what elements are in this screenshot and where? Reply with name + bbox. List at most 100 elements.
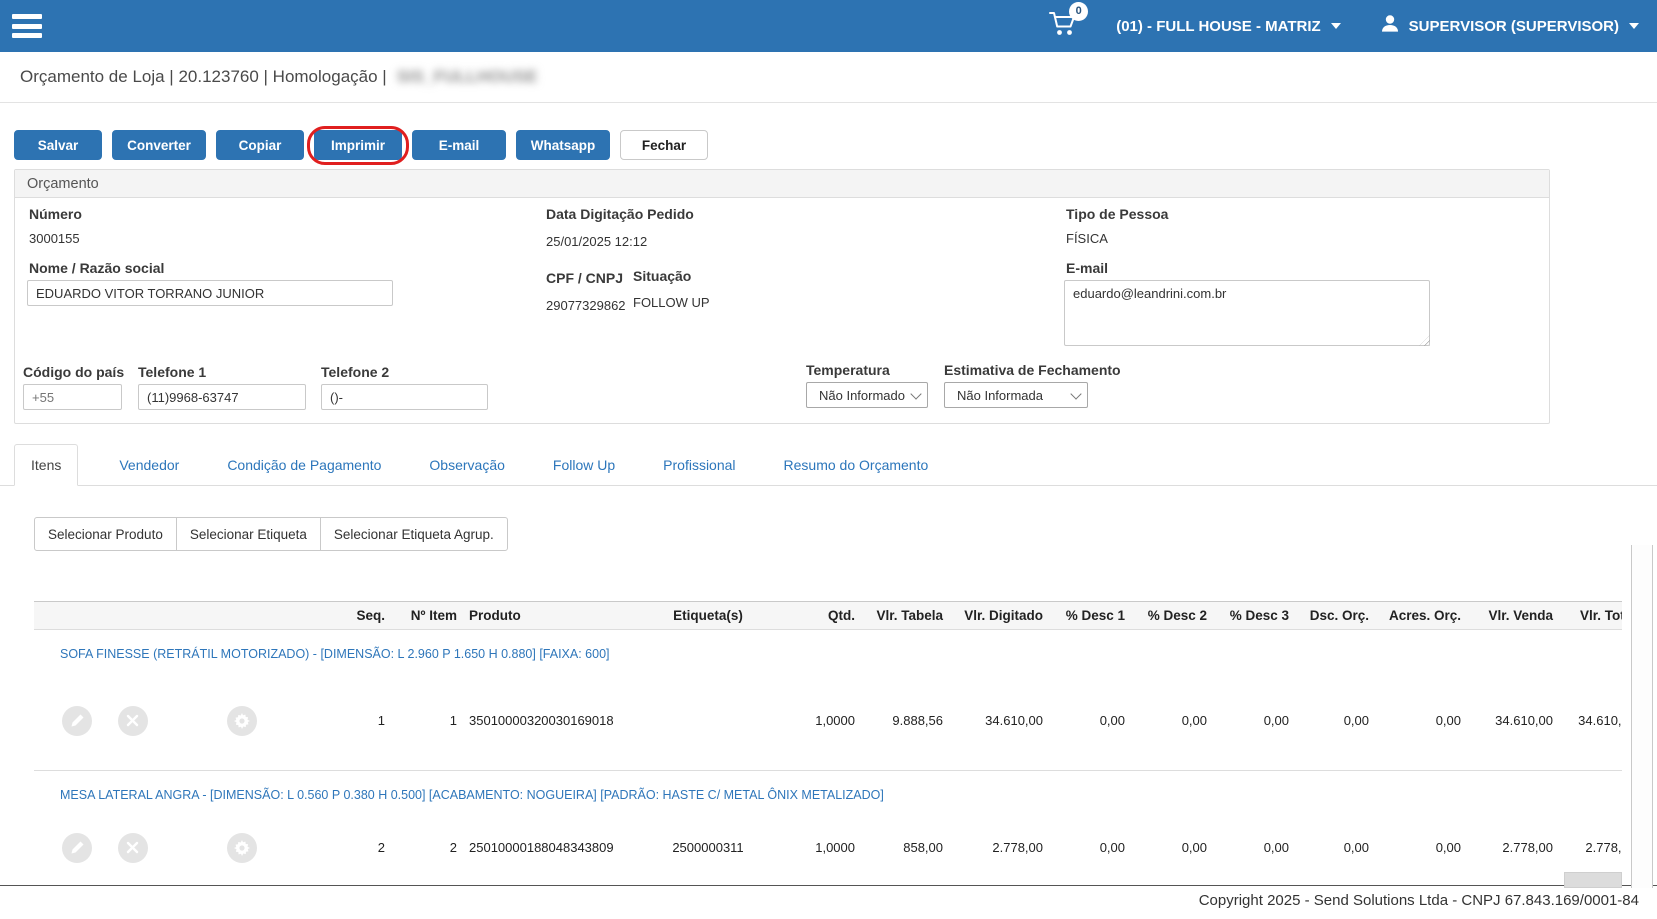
tab-profissional[interactable]: Profissional bbox=[646, 444, 752, 485]
chevron-down-icon bbox=[1629, 23, 1639, 29]
data-digitacao-label: Data Digitação Pedido bbox=[546, 206, 694, 222]
edit-icon[interactable] bbox=[62, 832, 92, 863]
cell-vlr-venda: 34.610,00 bbox=[1495, 713, 1553, 729]
delete-icon[interactable] bbox=[117, 832, 148, 863]
column-header: Seq. bbox=[319, 601, 391, 630]
cell-vlr-tabela: 858,00 bbox=[903, 840, 943, 855]
salvar-button[interactable]: Salvar bbox=[14, 130, 102, 160]
situacao-value: FOLLOW UP bbox=[633, 295, 710, 310]
cell-qtd: 1,0000 bbox=[815, 713, 855, 729]
temperatura-select[interactable]: Não Informado bbox=[806, 382, 928, 408]
tab-follow-up[interactable]: Follow Up bbox=[536, 444, 632, 485]
cell-dsc-orc: 0,00 bbox=[1343, 713, 1369, 729]
cell-desc3: 0,00 bbox=[1263, 840, 1289, 855]
items-table-wrapper: Seq. Nº Item Produto Etiqueta(s) Qtd. Vl… bbox=[34, 601, 1622, 883]
cell-vlr-venda: 2.778,00 bbox=[1502, 840, 1553, 855]
cell-item: 2 bbox=[449, 840, 457, 855]
selecionar-produto-button[interactable]: Selecionar Produto bbox=[34, 517, 177, 551]
cart-button[interactable]: 0 bbox=[1048, 1, 1089, 43]
item-description-link[interactable]: MESA LATERAL ANGRA - [DIMENSÃO: L 0.560 … bbox=[60, 788, 884, 802]
user-menu-dropdown[interactable]: SUPERVISOR (SUPERVISOR) bbox=[1379, 13, 1639, 39]
panel-title: Orçamento bbox=[15, 170, 1549, 198]
tab-vendedor[interactable]: Vendedor bbox=[102, 444, 196, 485]
cell-desc1: 0,00 bbox=[1099, 713, 1125, 729]
cell-produto: 35010000320030169018 bbox=[469, 713, 614, 729]
fechar-button[interactable]: Fechar bbox=[620, 130, 708, 160]
numero-label: Número bbox=[29, 206, 82, 222]
page-title: Orçamento de Loja | 20.123760 | Homologa… bbox=[20, 67, 387, 86]
column-header: Vlr. Digitado bbox=[949, 601, 1049, 630]
column-header: Acres. Orç. bbox=[1375, 601, 1467, 630]
top-navbar: 0 (01) - FULL HOUSE - MATRIZ SUPERVISOR … bbox=[0, 0, 1657, 52]
cell-acres-orc: 0,00 bbox=[1435, 840, 1461, 855]
cell-vlr-digitado: 2.778,00 bbox=[992, 840, 1043, 855]
cell-etiqueta bbox=[633, 672, 783, 770]
tab-observacao[interactable]: Observação bbox=[412, 444, 521, 485]
selecionar-etiqueta-button[interactable]: Selecionar Etiqueta bbox=[175, 517, 321, 551]
cell-seq: 1 bbox=[377, 713, 385, 729]
delete-icon[interactable] bbox=[117, 705, 148, 736]
horizontal-scrollbar-thumb[interactable] bbox=[1564, 872, 1622, 888]
gear-icon[interactable] bbox=[227, 832, 258, 863]
column-header: Qtd. bbox=[783, 601, 861, 630]
action-toolbar: Salvar Converter Copiar Imprimir E-mail … bbox=[14, 126, 1657, 165]
page-title-redacted: SIS_FULLHOUSE bbox=[396, 67, 538, 86]
nome-input[interactable] bbox=[27, 280, 393, 306]
copiar-button[interactable]: Copiar bbox=[216, 130, 304, 160]
tipo-pessoa-value: FÍSICA bbox=[1066, 231, 1108, 246]
cell-seq: 2 bbox=[377, 840, 385, 855]
telefone1-input[interactable] bbox=[138, 384, 306, 410]
footer-copyright: Copyright 2025 - Send Solutions Ltda - C… bbox=[0, 884, 1657, 909]
user-menu-label: SUPERVISOR (SUPERVISOR) bbox=[1408, 17, 1619, 35]
estimativa-select[interactable]: Não Informada bbox=[944, 382, 1088, 408]
items-table: Seq. Nº Item Produto Etiqueta(s) Qtd. Vl… bbox=[34, 601, 1622, 883]
telefone2-label: Telefone 2 bbox=[321, 364, 390, 380]
converter-button[interactable]: Converter bbox=[112, 130, 206, 160]
cell-etiqueta: 2500000311 bbox=[672, 840, 744, 855]
column-header: Produto bbox=[463, 601, 633, 630]
email-button[interactable]: E-mail bbox=[412, 130, 506, 160]
email-label: E-mail bbox=[1066, 260, 1109, 276]
data-digitacao-value: 25/01/2025 12:12 bbox=[546, 234, 648, 249]
cell-acres-orc: 0,00 bbox=[1435, 713, 1461, 729]
table-row: 2 2 25010000188048343809 2500000311 1,00… bbox=[34, 813, 1622, 883]
cpf-cnpj-label: CPF / CNPJ bbox=[546, 270, 624, 286]
store-selector-label: (01) - FULL HOUSE - MATRIZ bbox=[1116, 17, 1321, 35]
vertical-scrollbar[interactable] bbox=[1631, 545, 1653, 888]
column-header: Vlr. Venda bbox=[1467, 601, 1559, 630]
tab-resumo-do-orcamento[interactable]: Resumo do Orçamento bbox=[767, 444, 946, 485]
column-header: Nº Item bbox=[391, 601, 463, 630]
edit-icon[interactable] bbox=[62, 705, 92, 736]
telefone1-label: Telefone 1 bbox=[138, 364, 207, 380]
imprimir-button[interactable]: Imprimir bbox=[307, 126, 409, 165]
numero-value: 3000155 bbox=[29, 231, 80, 246]
telefone2-input[interactable] bbox=[321, 384, 488, 410]
situacao-label: Situação bbox=[633, 268, 692, 284]
cell-vlr-total: 34.610,00 bbox=[1578, 713, 1622, 729]
tab-condicao-de-pagamento[interactable]: Condição de Pagamento bbox=[210, 444, 398, 485]
email-textarea[interactable]: eduardo@leandrini.com.br bbox=[1064, 280, 1430, 346]
item-description-row: SOFA FINESSE (RETRÁTIL MOTORIZADO) - [DI… bbox=[34, 629, 1622, 672]
page-title-bar: Orçamento de Loja | 20.123760 | Homologa… bbox=[0, 52, 1657, 103]
store-selector-dropdown[interactable]: (01) - FULL HOUSE - MATRIZ bbox=[1116, 17, 1341, 35]
cpf-cnpj-value: 29077329862 bbox=[546, 298, 626, 313]
actions-column-header bbox=[34, 601, 319, 630]
codigo-pais-input[interactable] bbox=[23, 384, 122, 410]
user-icon bbox=[1379, 13, 1401, 39]
gear-icon[interactable] bbox=[227, 705, 258, 736]
hamburger-menu-icon[interactable] bbox=[12, 14, 42, 38]
cell-desc2: 0,00 bbox=[1181, 713, 1207, 729]
cart-count-badge: 0 bbox=[1069, 1, 1089, 21]
temperatura-label: Temperatura bbox=[806, 362, 890, 378]
item-description-link[interactable]: SOFA FINESSE (RETRÁTIL MOTORIZADO) - [DI… bbox=[60, 647, 610, 661]
whatsapp-button[interactable]: Whatsapp bbox=[516, 130, 610, 160]
cart-icon bbox=[1048, 11, 1078, 42]
selecionar-etiqueta-agrup-button[interactable]: Selecionar Etiqueta Agrup. bbox=[319, 517, 508, 551]
cell-item: 1 bbox=[449, 713, 457, 729]
tab-itens[interactable]: Itens bbox=[14, 444, 79, 486]
items-toolbar: Selecionar Produto Selecionar Etiqueta S… bbox=[34, 517, 1657, 551]
table-row: 1 1 35010000320030169018 1,0000 9.888,56… bbox=[34, 672, 1622, 770]
tipo-pessoa-label: Tipo de Pessoa bbox=[1066, 206, 1169, 222]
column-header: % Desc 1 bbox=[1049, 601, 1131, 630]
nome-label: Nome / Razão social bbox=[29, 260, 165, 276]
